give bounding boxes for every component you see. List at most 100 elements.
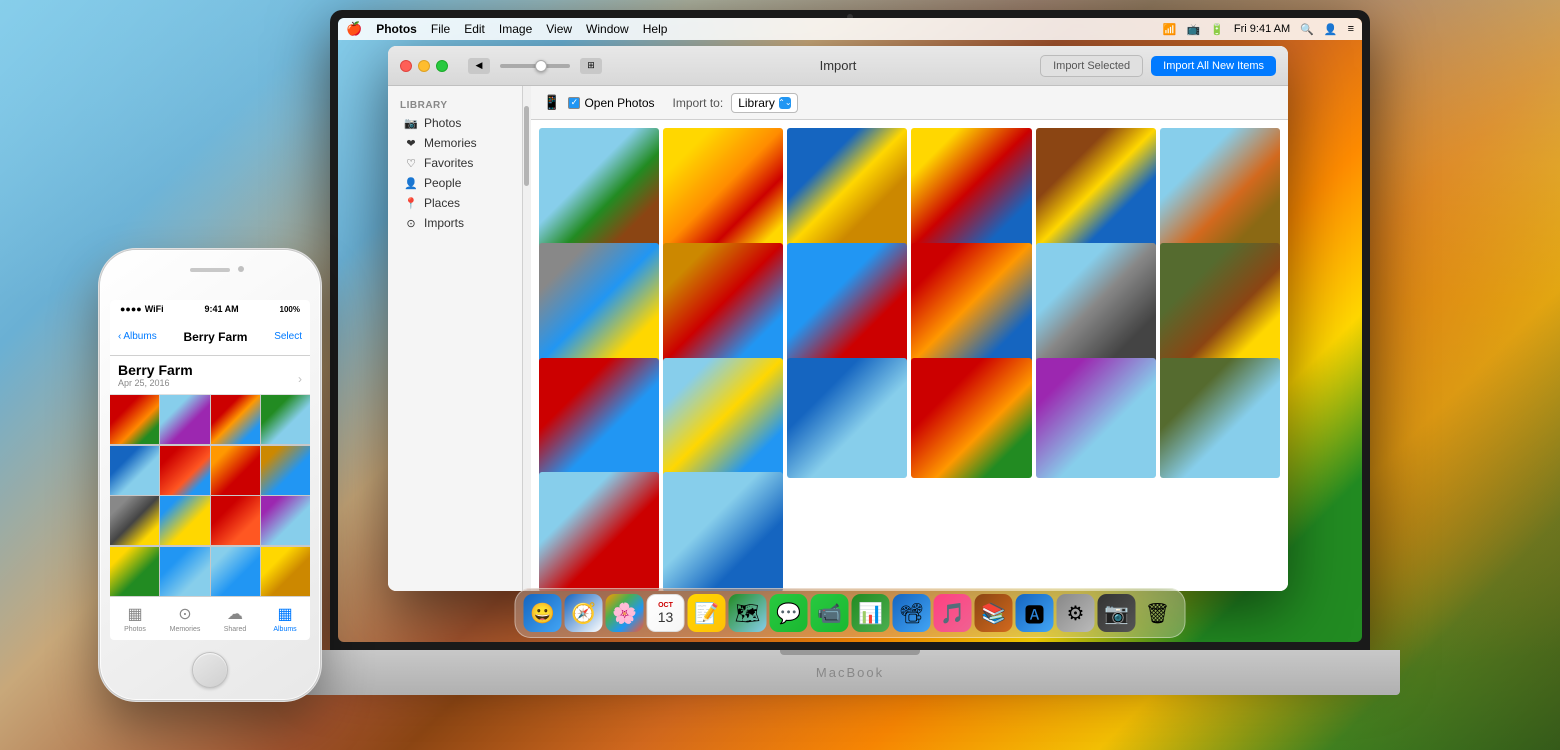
photo-cell[interactable] (911, 243, 1031, 363)
checkbox[interactable]: ✓ (568, 97, 580, 109)
dock-photos-icon[interactable]: 🌸 (606, 594, 644, 632)
photo-cell[interactable] (663, 128, 783, 248)
imports-icon: ⊙ (404, 217, 418, 230)
iphone-photo-cell[interactable] (261, 547, 310, 596)
iphone-photo-cell[interactable] (261, 395, 310, 444)
menu-window[interactable]: Window (586, 22, 629, 36)
iphone-photo-cell[interactable] (160, 496, 209, 545)
apple-menu[interactable]: 🍎 (346, 21, 362, 37)
import-toolbar: 📱 ✓ Open Photos Import to: Library ⌃⌄ (531, 86, 1288, 120)
photo-cell[interactable] (787, 358, 907, 478)
iphone-photo-cell[interactable] (110, 547, 159, 596)
dock-calendar-icon[interactable]: OCT13 (647, 594, 685, 632)
menu-file[interactable]: File (431, 22, 450, 36)
iphone-tab-albums[interactable]: ▦ Albums (260, 604, 310, 633)
photo-cell[interactable] (1036, 358, 1156, 478)
dock-camera-icon[interactable]: 📷 (1098, 594, 1136, 632)
photo-cell[interactable] (663, 472, 783, 591)
iphone-album-info[interactable]: Berry Farm Apr 25, 2016 › (110, 356, 310, 395)
photo-cell[interactable] (539, 128, 659, 248)
import-to-dropdown[interactable]: Library ⌃⌄ (731, 93, 798, 113)
import-selected-button[interactable]: Import Selected (1040, 55, 1143, 77)
iphone-photo-cell[interactable] (110, 496, 159, 545)
dock-itunes-icon[interactable]: 🎵 (934, 594, 972, 632)
dock-notes-icon[interactable]: 📝 (688, 594, 726, 632)
photo-cell[interactable] (787, 243, 907, 363)
dock-numbers-icon[interactable]: 📊 (852, 594, 890, 632)
dock-settings-icon[interactable]: ⚙ (1057, 594, 1095, 632)
sidebar-item-favorites[interactable]: ♡ Favorites (392, 153, 518, 173)
photo-cell[interactable] (911, 358, 1031, 478)
dock-facetime-icon[interactable]: 📹 (811, 594, 849, 632)
iphone-photo-cell[interactable] (160, 547, 209, 596)
sidebar-item-imports[interactable]: ⊙ Imports (392, 213, 518, 233)
back-button[interactable]: ◀ (468, 58, 490, 74)
iphone-time: 9:41 AM (205, 304, 239, 314)
memories-icon: ❤ (404, 137, 418, 150)
photo-cell[interactable] (663, 243, 783, 363)
iphone-select-button[interactable]: Select (274, 331, 302, 342)
dock-safari-icon[interactable]: 🧭 (565, 594, 603, 632)
dock-keynote-icon[interactable]: 📽 (893, 594, 931, 632)
titlebar-controls: ◀ ⊞ (468, 58, 602, 74)
grid-button[interactable]: ⊞ (580, 58, 602, 74)
menu-edit[interactable]: Edit (464, 22, 485, 36)
photo-cell[interactable] (539, 358, 659, 478)
iphone-back-button[interactable]: ‹ Albums (118, 331, 157, 342)
photo-cell[interactable] (663, 358, 783, 478)
photo-cell[interactable] (539, 243, 659, 363)
iphone-photo-cell[interactable] (211, 496, 260, 545)
dock-ibooks-icon[interactable]: 📚 (975, 594, 1013, 632)
sidebar-item-places[interactable]: 📍 Places (392, 193, 518, 213)
import-all-button[interactable]: Import All New Items (1151, 56, 1276, 76)
iphone-tab-memories[interactable]: ⊙ Memories (160, 604, 210, 633)
iphone-photo-cell[interactable] (261, 496, 310, 545)
sidebar-item-photos[interactable]: 📷 Photos (392, 113, 518, 133)
iphone-photo-cell[interactable] (110, 446, 159, 495)
iphone-home-button[interactable] (192, 652, 228, 688)
macbook-screen-inner: 🍎 Photos File Edit Image View Window Hel… (338, 18, 1362, 642)
shared-tab-icon: ☁ (227, 604, 243, 624)
photo-cell[interactable] (1160, 243, 1280, 363)
open-photos-checkbox[interactable]: ✓ Open Photos (568, 96, 654, 110)
maximize-button[interactable] (436, 60, 448, 72)
iphone-photo-cell[interactable] (110, 395, 159, 444)
sidebar-item-memories[interactable]: ❤ Memories (392, 133, 518, 153)
iphone-photo-cell[interactable] (160, 446, 209, 495)
photos-icon: 📷 (404, 117, 418, 130)
macbook: 🍎 Photos File Edit Image View Window Hel… (300, 10, 1400, 730)
search-icon[interactable]: 🔍 (1300, 23, 1314, 36)
sidebar-item-people[interactable]: 👤 People (392, 173, 518, 193)
close-button[interactable] (400, 60, 412, 72)
iphone-photo-cell[interactable] (211, 395, 260, 444)
minimize-button[interactable] (418, 60, 430, 72)
menu-help[interactable]: Help (643, 22, 668, 36)
menu-view[interactable]: View (546, 22, 572, 36)
dock-trash-icon[interactable]: 🗑 (1139, 594, 1177, 632)
menu-image[interactable]: Image (499, 22, 532, 36)
slider-thumb (535, 60, 547, 72)
photo-cell[interactable] (539, 472, 659, 591)
iphone-photo-cell[interactable] (261, 446, 310, 495)
photo-cell[interactable] (1036, 243, 1156, 363)
menu-app-name[interactable]: Photos (376, 22, 417, 36)
photo-cell[interactable] (1160, 128, 1280, 248)
zoom-slider[interactable] (500, 64, 570, 68)
photo-cell[interactable] (1160, 358, 1280, 478)
iphone-photo-cell[interactable] (211, 446, 260, 495)
iphone-photo-cell[interactable] (160, 395, 209, 444)
iphone-nav-bar: ‹ Albums Berry Farm Select (110, 318, 310, 356)
iphone-photo-cell[interactable] (211, 547, 260, 596)
photo-cell[interactable] (911, 128, 1031, 248)
sidebar-memories-label: Memories (424, 136, 477, 150)
iphone-photo-grid (110, 395, 310, 596)
dock-appstore-icon[interactable]: 🅰 (1016, 594, 1054, 632)
dock-maps-icon[interactable]: 🗺 (729, 594, 767, 632)
dock-finder-icon[interactable]: 😀 (524, 594, 562, 632)
photo-cell[interactable] (787, 128, 907, 248)
sidebar-scrollbar[interactable] (523, 86, 531, 591)
iphone-tab-photos[interactable]: ▦ Photos (110, 604, 160, 633)
dock-messages-icon[interactable]: 💬 (770, 594, 808, 632)
iphone-tab-shared[interactable]: ☁ Shared (210, 604, 260, 633)
photo-cell[interactable] (1036, 128, 1156, 248)
